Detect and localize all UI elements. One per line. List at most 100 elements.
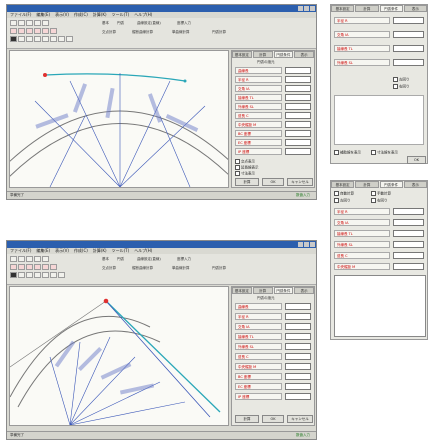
tool-button[interactable] [26, 28, 33, 34]
tool-button[interactable] [26, 264, 33, 270]
tool-button[interactable] [10, 28, 17, 34]
ribbon-item[interactable]: 円弧計算 [212, 266, 226, 271]
field-value[interactable] [285, 103, 311, 110]
ok-button[interactable]: OK [407, 156, 426, 164]
field-value[interactable] [285, 303, 311, 310]
field-value[interactable] [393, 59, 424, 66]
radio-left[interactable]: 左回り [334, 198, 351, 204]
tool-button[interactable] [42, 36, 49, 42]
ribbon-item[interactable]: 座標入力 [177, 257, 191, 262]
tab-calc[interactable]: 計算 [252, 51, 273, 58]
tool-button[interactable] [34, 264, 41, 270]
ribbon-item[interactable]: 単曲線計算 [172, 30, 190, 35]
field-value[interactable] [285, 383, 311, 390]
ribbon-item[interactable]: 曲線設定(直線) [137, 21, 161, 26]
tab-calc[interactable]: 計算 [252, 287, 273, 294]
tool-button[interactable] [34, 28, 41, 34]
checkbox-intersection[interactable]: 交点表示 [235, 159, 255, 165]
field-value[interactable] [285, 76, 311, 83]
tool-button[interactable] [26, 272, 33, 278]
radio-manual[interactable]: 手動計算 [371, 191, 391, 197]
field-value[interactable] [285, 313, 311, 320]
field-value[interactable] [285, 130, 311, 137]
tool-button[interactable] [10, 36, 17, 42]
field-value[interactable] [393, 241, 424, 248]
tool-button[interactable] [42, 264, 49, 270]
tab-view[interactable]: 表示 [403, 181, 427, 188]
tool-button[interactable] [10, 256, 17, 262]
field-value[interactable] [285, 121, 311, 128]
tool-button[interactable] [34, 272, 41, 278]
tool-button[interactable] [18, 272, 25, 278]
tool-button[interactable] [50, 264, 57, 270]
drawing-canvas[interactable] [7, 50, 251, 188]
ip-point[interactable] [103, 298, 109, 304]
minimize-icon[interactable] [298, 6, 303, 11]
tool-button[interactable] [10, 264, 17, 270]
tab-view[interactable]: 表示 [294, 51, 314, 58]
tool-button[interactable] [50, 272, 57, 278]
tool-button[interactable] [18, 36, 25, 42]
tool-button[interactable] [34, 256, 41, 262]
ribbon-item[interactable]: 縦断曲線計算 [132, 30, 153, 35]
field-value[interactable] [285, 323, 311, 330]
tool-button[interactable] [50, 28, 57, 34]
tab-arc[interactable]: 円弧条件 [273, 287, 294, 294]
field-value[interactable] [285, 393, 311, 400]
tool-button[interactable] [42, 20, 49, 26]
ip-point[interactable] [43, 73, 47, 77]
tool-button[interactable] [58, 36, 65, 42]
field-value[interactable] [393, 252, 424, 259]
field-value[interactable] [393, 219, 424, 226]
ribbon-item[interactable]: 単曲線計算 [172, 266, 190, 271]
radio-right[interactable]: 右回り [393, 84, 410, 90]
tool-button[interactable] [18, 264, 25, 270]
ribbon-item[interactable]: 円弧 [117, 21, 124, 26]
field-value[interactable] [393, 17, 424, 24]
tool-button[interactable] [26, 256, 33, 262]
ribbon-item[interactable]: 交点計算 [102, 30, 116, 35]
ribbon-item[interactable]: 基本 [102, 257, 109, 262]
cancel-button[interactable]: キャンセル [287, 178, 313, 186]
field-value[interactable] [285, 343, 311, 350]
checkbox-dim-lines[interactable]: 寸法線を表示 [371, 150, 398, 156]
tool-button[interactable] [42, 28, 49, 34]
ribbon-item[interactable]: 座標入力 [177, 21, 191, 26]
tab-calc[interactable]: 計算 [355, 181, 379, 188]
tool-button[interactable] [34, 20, 41, 26]
tool-button[interactable] [26, 36, 33, 42]
tab-view[interactable]: 表示 [403, 5, 427, 12]
tool-button[interactable] [50, 36, 57, 42]
radio-auto[interactable]: 自動計算 [334, 191, 354, 197]
ribbon-item[interactable]: 円弧計算 [212, 30, 226, 35]
calc-button[interactable]: 計算 [235, 415, 259, 423]
tool-button[interactable] [10, 20, 17, 26]
tool-button[interactable] [10, 272, 17, 278]
ok-button[interactable]: OK [262, 415, 284, 423]
tool-button[interactable] [34, 36, 41, 42]
tool-button[interactable] [42, 272, 49, 278]
tab-basic[interactable]: 基本設定 [331, 5, 355, 12]
cancel-button[interactable]: キャンセル [287, 415, 313, 423]
checkbox-dimension[interactable]: 寸法表示 [235, 171, 255, 177]
field-value[interactable] [285, 139, 311, 146]
field-value[interactable] [393, 230, 424, 237]
maximize-icon[interactable] [304, 242, 309, 247]
tool-button[interactable] [42, 256, 49, 262]
minimize-icon[interactable] [298, 242, 303, 247]
field-value[interactable] [393, 45, 424, 52]
field-value[interactable] [285, 363, 311, 370]
maximize-icon[interactable] [304, 6, 309, 11]
close-icon[interactable] [310, 6, 315, 11]
drawing-canvas[interactable] [9, 286, 229, 426]
close-icon[interactable] [310, 242, 315, 247]
field-value[interactable] [285, 148, 311, 155]
tab-basic[interactable]: 基本設定 [232, 51, 252, 58]
field-value[interactable] [393, 208, 424, 215]
field-value[interactable] [285, 112, 311, 119]
radio-right[interactable]: 右回り [371, 198, 388, 204]
ribbon-item[interactable]: 円弧 [117, 257, 124, 262]
tool-button[interactable] [66, 36, 73, 42]
radio-left[interactable]: 左回り [393, 77, 410, 83]
field-value[interactable] [393, 263, 424, 270]
